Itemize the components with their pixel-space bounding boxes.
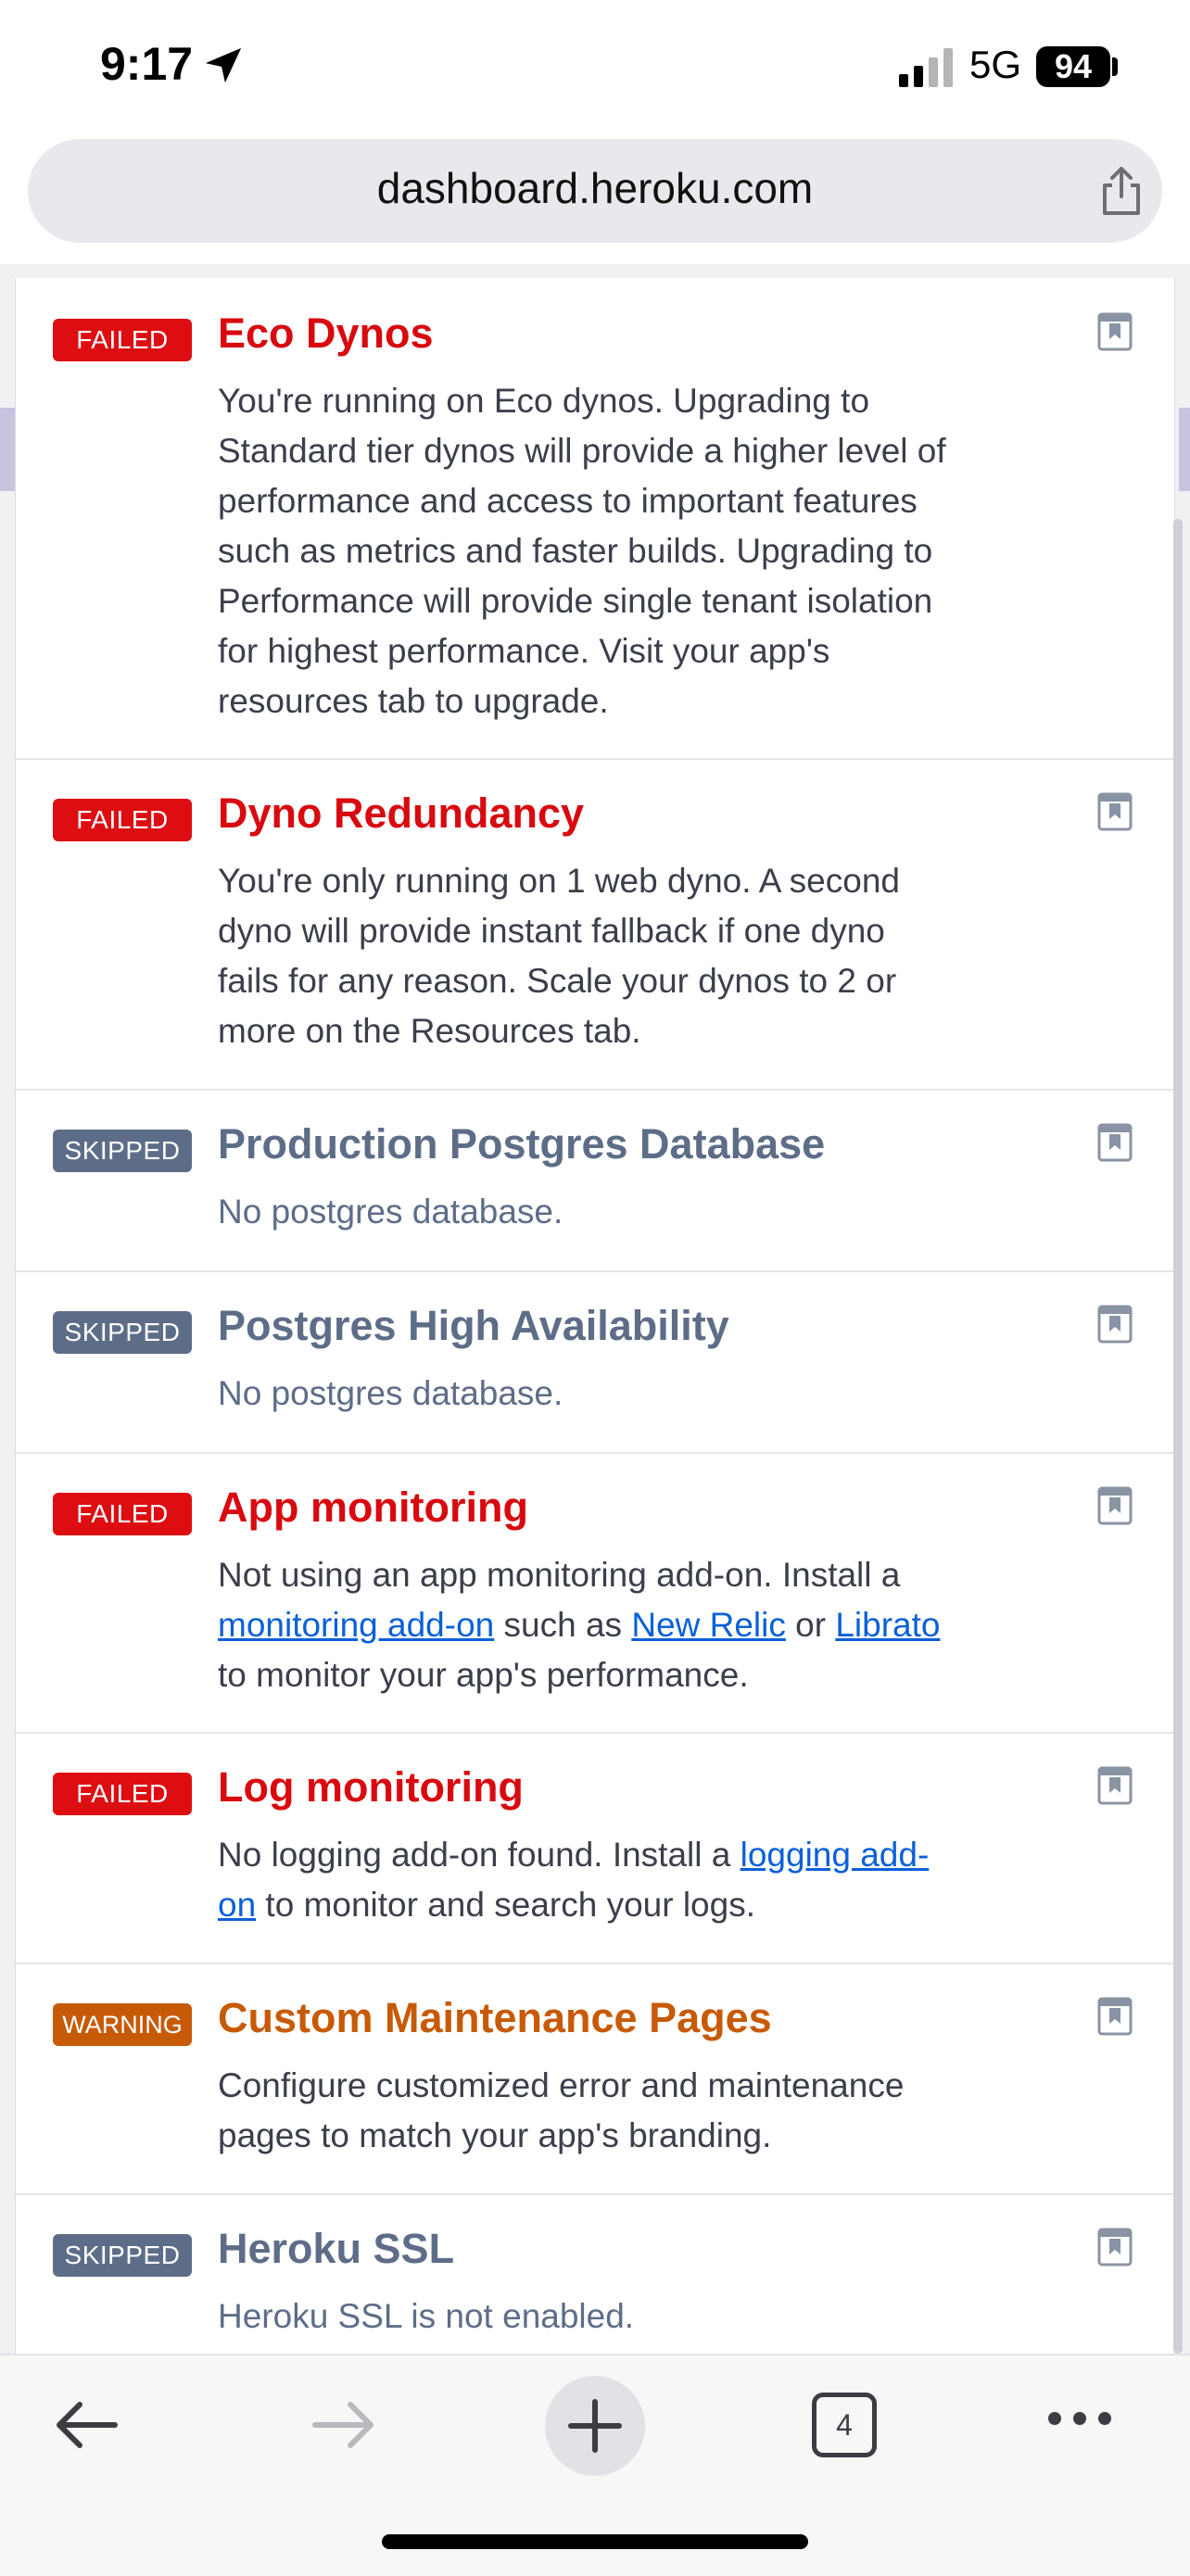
description-line: No logging add-on found. Install a loggi… <box>218 1830 1070 1880</box>
scrollbar[interactable] <box>1173 519 1183 2354</box>
description-line: pages to match your app's branding. <box>218 2116 772 2154</box>
status-badge: FAILED <box>53 1493 192 1535</box>
check-item-log-monitoring: FAILED Log monitoring No logging add-on … <box>16 1734 1174 1964</box>
check-description: No postgres database. <box>218 1369 1070 1419</box>
description-line: on to monitor and search your logs. <box>218 1880 1070 1930</box>
check-description: You're only running on 1 web dyno. A sec… <box>218 856 1070 1056</box>
location-arrow-icon <box>205 47 242 83</box>
check-title: Custom Maintenance Pages <box>218 1994 772 2041</box>
bookmark-icon[interactable] <box>1096 311 1133 352</box>
production-check-list[interactable]: FAILED Eco Dynos You're running on Eco d… <box>15 278 1175 2354</box>
description-line: Performance will provide single tenant i… <box>218 582 933 620</box>
bookmark-icon[interactable] <box>1096 1996 1133 2037</box>
check-description: No postgres database. <box>218 1187 1070 1237</box>
description-line: No postgres database. <box>218 1374 563 1412</box>
new-relic-link[interactable]: New Relic <box>631 1606 786 1644</box>
status-badge: FAILED <box>53 799 192 841</box>
description-line: for highest performance. Visit your app'… <box>218 632 830 670</box>
status-badge: WARNING <box>53 2003 192 2046</box>
check-title: Postgres High Availability <box>218 1302 729 1349</box>
address-bar[interactable]: dashboard.heroku.com <box>28 139 1162 243</box>
description-text: No logging add-on found. Install a <box>218 1836 741 1874</box>
description-line: You're only running on 1 web dyno. A sec… <box>218 862 900 900</box>
status-badge: FAILED <box>53 1773 192 1815</box>
monitoring-addon-link[interactable]: monitoring add-on <box>218 1606 494 1644</box>
description-line: to monitor your app's performance. <box>218 1656 749 1694</box>
bookmark-icon[interactable] <box>1096 791 1133 832</box>
forward-arrow-icon[interactable] <box>306 2393 380 2457</box>
signal-icon <box>899 48 953 87</box>
status-bar: 9:17 5G 94 <box>0 0 1190 134</box>
description-line: fails for any reason. Scale your dynos t… <box>218 962 897 1000</box>
check-title: Dyno Redundancy <box>218 789 585 837</box>
description-text: such as <box>494 1606 632 1644</box>
check-item-dyno-redundancy: FAILED Dyno Redundancy You're only runni… <box>16 760 1174 1091</box>
bookmark-icon[interactable] <box>1096 1485 1133 1526</box>
url-text[interactable]: dashboard.heroku.com <box>28 163 1162 213</box>
description-line: Not using an app monitoring add-on. Inst… <box>218 1556 901 1594</box>
description-line: You're running on Eco dynos. Upgrading t… <box>218 382 870 420</box>
check-title: Heroku SSL <box>218 2225 455 2272</box>
check-item-postgres-ha: SKIPPED Postgres High Availability No po… <box>16 1272 1174 1454</box>
check-description: Heroku SSL is not enabled. <box>218 2292 1070 2342</box>
logging-addon-link[interactable]: on <box>218 1886 256 1924</box>
status-time: 9:17 <box>100 38 194 90</box>
description-text: to monitor and search your logs. <box>256 1886 755 1924</box>
bookmark-icon[interactable] <box>1096 1304 1133 1345</box>
description-line: resources tab to upgrade. <box>218 682 609 720</box>
description-line: such as metrics and faster builds. Upgra… <box>218 532 933 570</box>
check-title: Eco Dynos <box>218 309 434 357</box>
check-item-heroku-ssl: SKIPPED Heroku SSL Heroku SSL is not ena… <box>16 2195 1174 2354</box>
status-badge: SKIPPED <box>53 1311 192 1354</box>
background-header-strip <box>0 408 15 491</box>
bookmark-icon[interactable] <box>1096 2227 1133 2267</box>
home-indicator <box>382 2534 808 2549</box>
bookmark-icon[interactable] <box>1096 1765 1133 1806</box>
status-badge: SKIPPED <box>53 2234 192 2277</box>
background-header-strip <box>1179 408 1190 491</box>
description-line: No postgres database. <box>218 1193 563 1231</box>
librato-link[interactable]: Librato <box>835 1606 940 1644</box>
description-text: or <box>785 1606 836 1644</box>
check-item-eco-dynos: FAILED Eco Dynos You're running on Eco d… <box>16 278 1174 760</box>
check-item-custom-maintenance: WARNING Custom Maintenance Pages Configu… <box>16 1964 1174 2195</box>
battery-tip <box>1112 57 1118 76</box>
network-type: 5G <box>969 43 1022 86</box>
battery-indicator: 94 <box>1036 46 1110 87</box>
description-line: monitoring add-on such as New Relic or L… <box>218 1600 1070 1650</box>
check-description: Not using an app monitoring add-on. Inst… <box>218 1550 1070 1700</box>
check-item-production-postgres: SKIPPED Production Postgres Database No … <box>16 1091 1174 1272</box>
back-arrow-icon[interactable] <box>50 2393 124 2457</box>
status-badge: SKIPPED <box>53 1130 192 1172</box>
share-icon[interactable] <box>1094 163 1149 219</box>
check-title: Production Postgres Database <box>218 1120 826 1168</box>
description-line: Configure customized error and maintenan… <box>218 2066 905 2104</box>
check-title: Log monitoring <box>218 1763 524 1811</box>
status-badge: FAILED <box>53 319 192 361</box>
tabs-icon[interactable]: 4 <box>812 2393 877 2457</box>
check-description: Configure customized error and maintenan… <box>218 2061 1070 2161</box>
description-line: Standard tier dynos will provide a highe… <box>218 432 946 470</box>
check-item-app-monitoring: FAILED App monitoring Not using an app m… <box>16 1454 1174 1734</box>
description-line: performance and access to important feat… <box>218 482 918 520</box>
check-description: No logging add-on found. Install a loggi… <box>218 1830 1070 1930</box>
check-title: App monitoring <box>218 1484 528 1531</box>
description-line: Heroku SSL is not enabled. <box>218 2297 635 2335</box>
logging-addon-link[interactable]: logging add- <box>741 1836 930 1874</box>
new-tab-button[interactable] <box>545 2376 645 2476</box>
description-line: dyno will provide instant fallback if on… <box>218 912 885 950</box>
plus-icon <box>568 2399 622 2453</box>
more-icon[interactable] <box>1045 2407 1114 2430</box>
bookmark-icon[interactable] <box>1096 1122 1133 1163</box>
check-description: You're running on Eco dynos. Upgrading t… <box>218 376 1070 726</box>
description-line: more on the Resources tab. <box>218 1012 641 1050</box>
